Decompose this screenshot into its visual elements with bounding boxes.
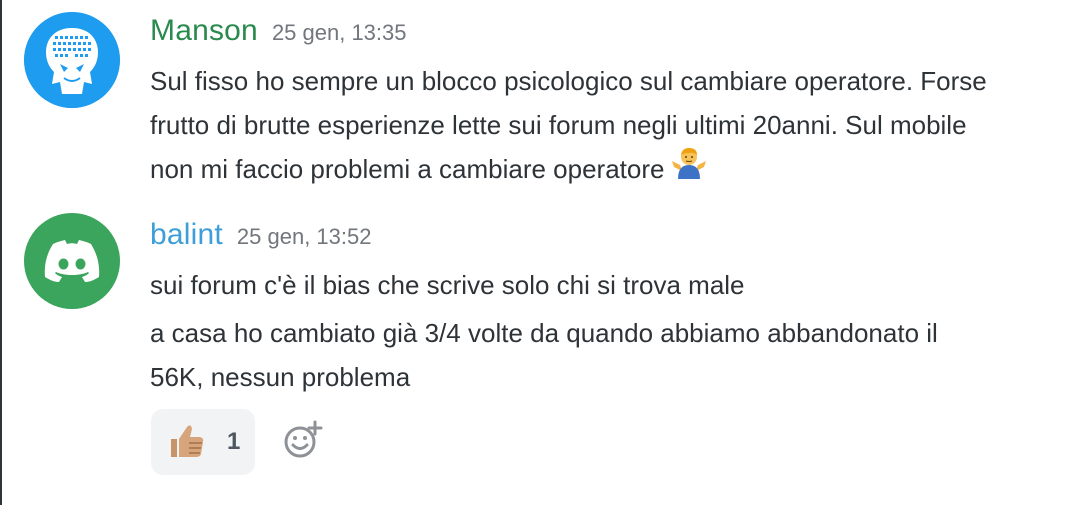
message-line-with-emoji: non mi faccio problemi a cambiare operat… [150, 148, 708, 191]
manson-head-icon [24, 12, 120, 108]
discord-logo-icon [44, 240, 100, 282]
message-line: frutto di brutte esperienze lette sui fo… [150, 110, 967, 140]
timestamp: 25 gen, 13:35 [271, 20, 407, 45]
avatar-manson[interactable] [24, 12, 120, 108]
chat-panel: Manson 25 gen, 13:35 Sul fisso ho sempre… [0, 0, 1080, 505]
reaction-thumbs-up[interactable]: 1 [151, 409, 255, 475]
reaction-count: 1 [227, 428, 241, 455]
avatar-balint[interactable] [24, 213, 120, 309]
add-reaction-button[interactable] [282, 418, 326, 462]
message-line: Sul fisso ho sempre un blocco psicologic… [150, 66, 987, 96]
author-name[interactable]: Manson [150, 14, 258, 48]
author-name[interactable]: balint [150, 218, 223, 252]
message-line: a casa ho cambiato già 3/4 volte da quan… [150, 318, 938, 348]
add-reaction-icon [284, 420, 323, 458]
message-line: sui forum c'è il bias che scrive solo ch… [150, 270, 745, 300]
person-shrugging-emoji [670, 145, 708, 191]
message-line-text: non mi faccio problemi a cambiare operat… [150, 154, 665, 184]
timestamp: 25 gen, 13:52 [236, 224, 372, 249]
message-line: 56K, nessun problema [150, 362, 411, 392]
message-header: balint 25 gen, 13:52 [150, 218, 372, 258]
message-header: Manson 25 gen, 13:35 [150, 14, 407, 54]
thumbs-up-icon [167, 421, 205, 464]
